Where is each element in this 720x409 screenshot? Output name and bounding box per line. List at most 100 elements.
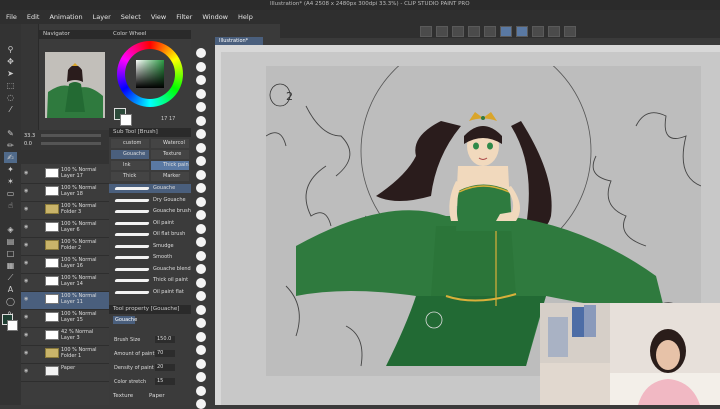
menu-file[interactable]: File (0, 13, 22, 21)
command-button[interactable] (452, 25, 464, 37)
menu-help[interactable]: Help (233, 13, 258, 21)
blend-icon[interactable]: ☝ (4, 200, 17, 211)
color-swatch[interactable] (196, 277, 206, 288)
texture-tab[interactable]: Texture (113, 393, 133, 399)
color-swatch[interactable] (196, 48, 206, 58)
brush-item[interactable]: Gouache blend (109, 265, 191, 274)
eyedropper-icon[interactable]: ⁄ (4, 104, 17, 115)
layer-row[interactable]: ◉ Paper (21, 364, 109, 382)
property-value[interactable]: 15 (155, 378, 175, 385)
command-button[interactable] (484, 25, 496, 37)
frame-icon[interactable]: ▦ (4, 260, 17, 271)
visibility-eye-icon[interactable]: ◉ (24, 368, 28, 374)
group-tab[interactable]: Ink (111, 161, 149, 170)
visibility-eye-icon[interactable]: ◉ (24, 350, 28, 356)
color-swatch[interactable] (196, 372, 206, 382)
eraser-icon[interactable]: ▭ (4, 188, 17, 199)
color-swatch[interactable] (196, 210, 206, 220)
color-swatch[interactable] (196, 385, 206, 396)
brush-item[interactable]: Oil paint flat (109, 288, 191, 297)
property-value[interactable]: 20 (155, 364, 175, 371)
color-swatch[interactable] (196, 88, 206, 99)
color-swatch[interactable] (196, 237, 206, 247)
color-swatch[interactable] (196, 129, 206, 139)
command-button[interactable] (468, 25, 480, 37)
decoration-icon[interactable]: ✶ (4, 176, 17, 187)
balloon-icon[interactable]: ◯ (4, 296, 17, 307)
gradient-icon[interactable]: ▤ (4, 236, 17, 247)
color-swatch[interactable] (196, 358, 206, 369)
layer-row[interactable]: ◉ 100 % Normal Layer 14 (21, 274, 109, 292)
snap-button[interactable] (500, 25, 512, 37)
color-swatch[interactable] (196, 102, 206, 112)
color-swatch[interactable] (196, 75, 206, 85)
canvas-tab[interactable]: Illustration* (215, 37, 263, 45)
group-tab[interactable]: Thick (111, 172, 149, 181)
visibility-eye-icon[interactable]: ◉ (24, 314, 28, 320)
brush-item[interactable]: Gouache brush (109, 207, 191, 216)
airbrush-icon[interactable]: ✦ (4, 164, 17, 175)
command-button[interactable] (532, 25, 544, 37)
brush-item[interactable]: Smooth (109, 253, 191, 262)
visibility-eye-icon[interactable]: ◉ (24, 242, 28, 248)
group-tab[interactable]: Watercol (151, 139, 189, 148)
brush-item[interactable]: Dry Gouache (109, 196, 191, 205)
layer-row[interactable]: ◉ 100 % Normal Layer 18 (21, 184, 109, 202)
brush-item[interactable]: Smudge (109, 242, 191, 251)
sub-color-icon[interactable] (120, 114, 132, 126)
property-value[interactable]: 70 (155, 350, 175, 357)
layer-row[interactable]: ◉ 100 % Normal Folder 2 (21, 238, 109, 256)
visibility-eye-icon[interactable]: ◉ (24, 224, 28, 230)
paper-tab[interactable]: Paper (149, 393, 165, 399)
color-swatch[interactable] (196, 250, 206, 261)
visibility-eye-icon[interactable]: ◉ (24, 260, 28, 266)
brush-item[interactable]: Gouache (109, 184, 191, 193)
color-swatch[interactable] (196, 196, 206, 207)
lasso-icon[interactable]: ◌ (4, 92, 17, 103)
zoom-slider[interactable] (41, 134, 101, 137)
group-tab[interactable]: Marker (151, 172, 189, 181)
snap-button[interactable] (516, 25, 528, 37)
command-button[interactable] (548, 25, 560, 37)
figure-icon[interactable]: □ (4, 248, 17, 259)
menu-edit[interactable]: Edit (22, 13, 45, 21)
color-swatch[interactable] (196, 142, 206, 153)
color-swatch[interactable] (196, 156, 206, 166)
menu-animation[interactable]: Animation (44, 13, 87, 21)
visibility-eye-icon[interactable]: ◉ (24, 206, 28, 212)
group-tab[interactable]: custom (111, 139, 149, 148)
group-tab[interactable]: Thick pain (151, 161, 189, 170)
navigator-thumbnail[interactable] (45, 52, 105, 118)
command-button[interactable] (564, 25, 576, 37)
saturation-value-square[interactable] (136, 60, 164, 88)
brush-item[interactable]: Thick oil paint (109, 276, 191, 285)
property-value[interactable]: 150.0 (155, 336, 175, 343)
visibility-eye-icon[interactable]: ◉ (24, 188, 28, 194)
color-swatch[interactable] (196, 183, 206, 193)
color-swatch[interactable] (196, 169, 206, 180)
color-swatch[interactable] (196, 223, 206, 234)
layer-row[interactable]: ◉ 100 % Normal Layer 16 (21, 256, 109, 274)
brush-item[interactable]: Oil flat brush (109, 230, 191, 239)
pencil-icon[interactable]: ✏ (4, 140, 17, 151)
color-swatch[interactable] (196, 115, 206, 126)
command-button[interactable] (436, 25, 448, 37)
layer-row[interactable]: ◉ 100 % Normal Folder 3 (21, 202, 109, 220)
group-tab[interactable]: Texture (151, 150, 189, 159)
brush-icon[interactable]: ✍ (4, 152, 17, 163)
color-swatch[interactable] (196, 399, 206, 409)
group-tab-active[interactable]: Gouache (111, 150, 149, 159)
brush-item[interactable]: Oil paint (109, 219, 191, 228)
layer-row[interactable]: ◉ 100 % Normal Layer 6 (21, 220, 109, 238)
layer-row[interactable]: ◉ 42 % Normal Layer 3 (21, 328, 109, 346)
command-button[interactable] (420, 25, 432, 37)
layer-row[interactable]: ◉ 100 % Normal Folder 1 (21, 346, 109, 364)
layer-row[interactable]: ◉ 100 % Normal Layer 17 (21, 166, 109, 184)
menu-select[interactable]: Select (116, 13, 146, 21)
color-swatch[interactable] (196, 331, 206, 342)
layer-row[interactable]: ◉ 100 % Normal Layer 15 (21, 310, 109, 328)
color-swatch[interactable] (196, 304, 206, 315)
ruler-icon[interactable]: ⟋ (4, 272, 17, 283)
menu-window[interactable]: Window (197, 13, 233, 21)
menu-layer[interactable]: Layer (88, 13, 116, 21)
